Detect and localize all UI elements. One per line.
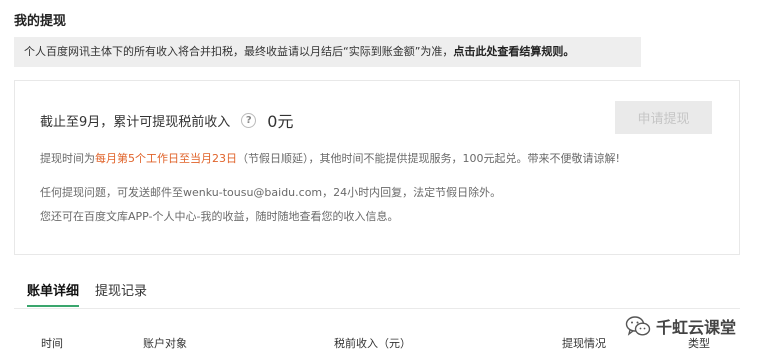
- column-header-account: 账户对象: [143, 337, 187, 350]
- apply-withdrawal-button[interactable]: 申请提现: [615, 101, 712, 134]
- contact-info-line: 任何提现问题，可发送邮件至wenku-tousu@baidu.com，24小时内…: [40, 186, 502, 199]
- watermark: 千虹云课堂: [624, 312, 736, 340]
- balance-row: 截止至9月，累计可提现税前收入 ? 0元: [40, 108, 293, 132]
- page-title: 我的提现: [14, 14, 67, 29]
- wechat-icon: [625, 316, 651, 336]
- record-tabs: 账单详细 提现记录: [14, 280, 740, 309]
- tab-withdrawal-records[interactable]: 提现记录: [95, 280, 147, 305]
- rule-suffix: （节假日顺延），其他时间不能提供提现服务，100元起兑。带来不便敬请谅解!: [237, 152, 620, 165]
- watermark-text: 千虹云课堂: [656, 318, 737, 337]
- balance-label: 截止至9月，累计可提现税前收入: [40, 114, 231, 130]
- app-info-line: 您还可在百度文库APP-个人中心-我的收益，随时随地查看您的收入信息。: [40, 210, 399, 223]
- column-header-time: 时间: [41, 337, 63, 350]
- settlement-rules-link[interactable]: 点击此处查看结算规则。: [453, 45, 574, 58]
- notice-text: 个人百度网讯主体下的所有收入将合并扣税，最终收益请以月结后“实际到账金额”为准，: [24, 45, 454, 58]
- withdrawal-time-rule: 提现时间为每月第5个工作日至当月23日（节假日顺延），其他时间不能提供提现服务，…: [40, 150, 620, 166]
- balance-amount: 0元: [267, 112, 294, 131]
- rule-highlight: 每月第5个工作日至当月23日: [95, 152, 237, 165]
- column-header-pretax-income: 税前收入（元）: [334, 337, 411, 350]
- rule-prefix: 提现时间为: [40, 152, 95, 165]
- help-icon[interactable]: ?: [241, 112, 257, 128]
- tab-bill-details[interactable]: 账单详细: [27, 280, 80, 307]
- column-header-status: 提现情况: [562, 337, 606, 350]
- withdrawal-summary-card: 截止至9月，累计可提现税前收入 ? 0元 申请提现 提现时间为每月第5个工作日至…: [14, 80, 740, 255]
- settlement-notice: 个人百度网讯主体下的所有收入将合并扣税，最终收益请以月结后“实际到账金额”为准，…: [14, 37, 641, 67]
